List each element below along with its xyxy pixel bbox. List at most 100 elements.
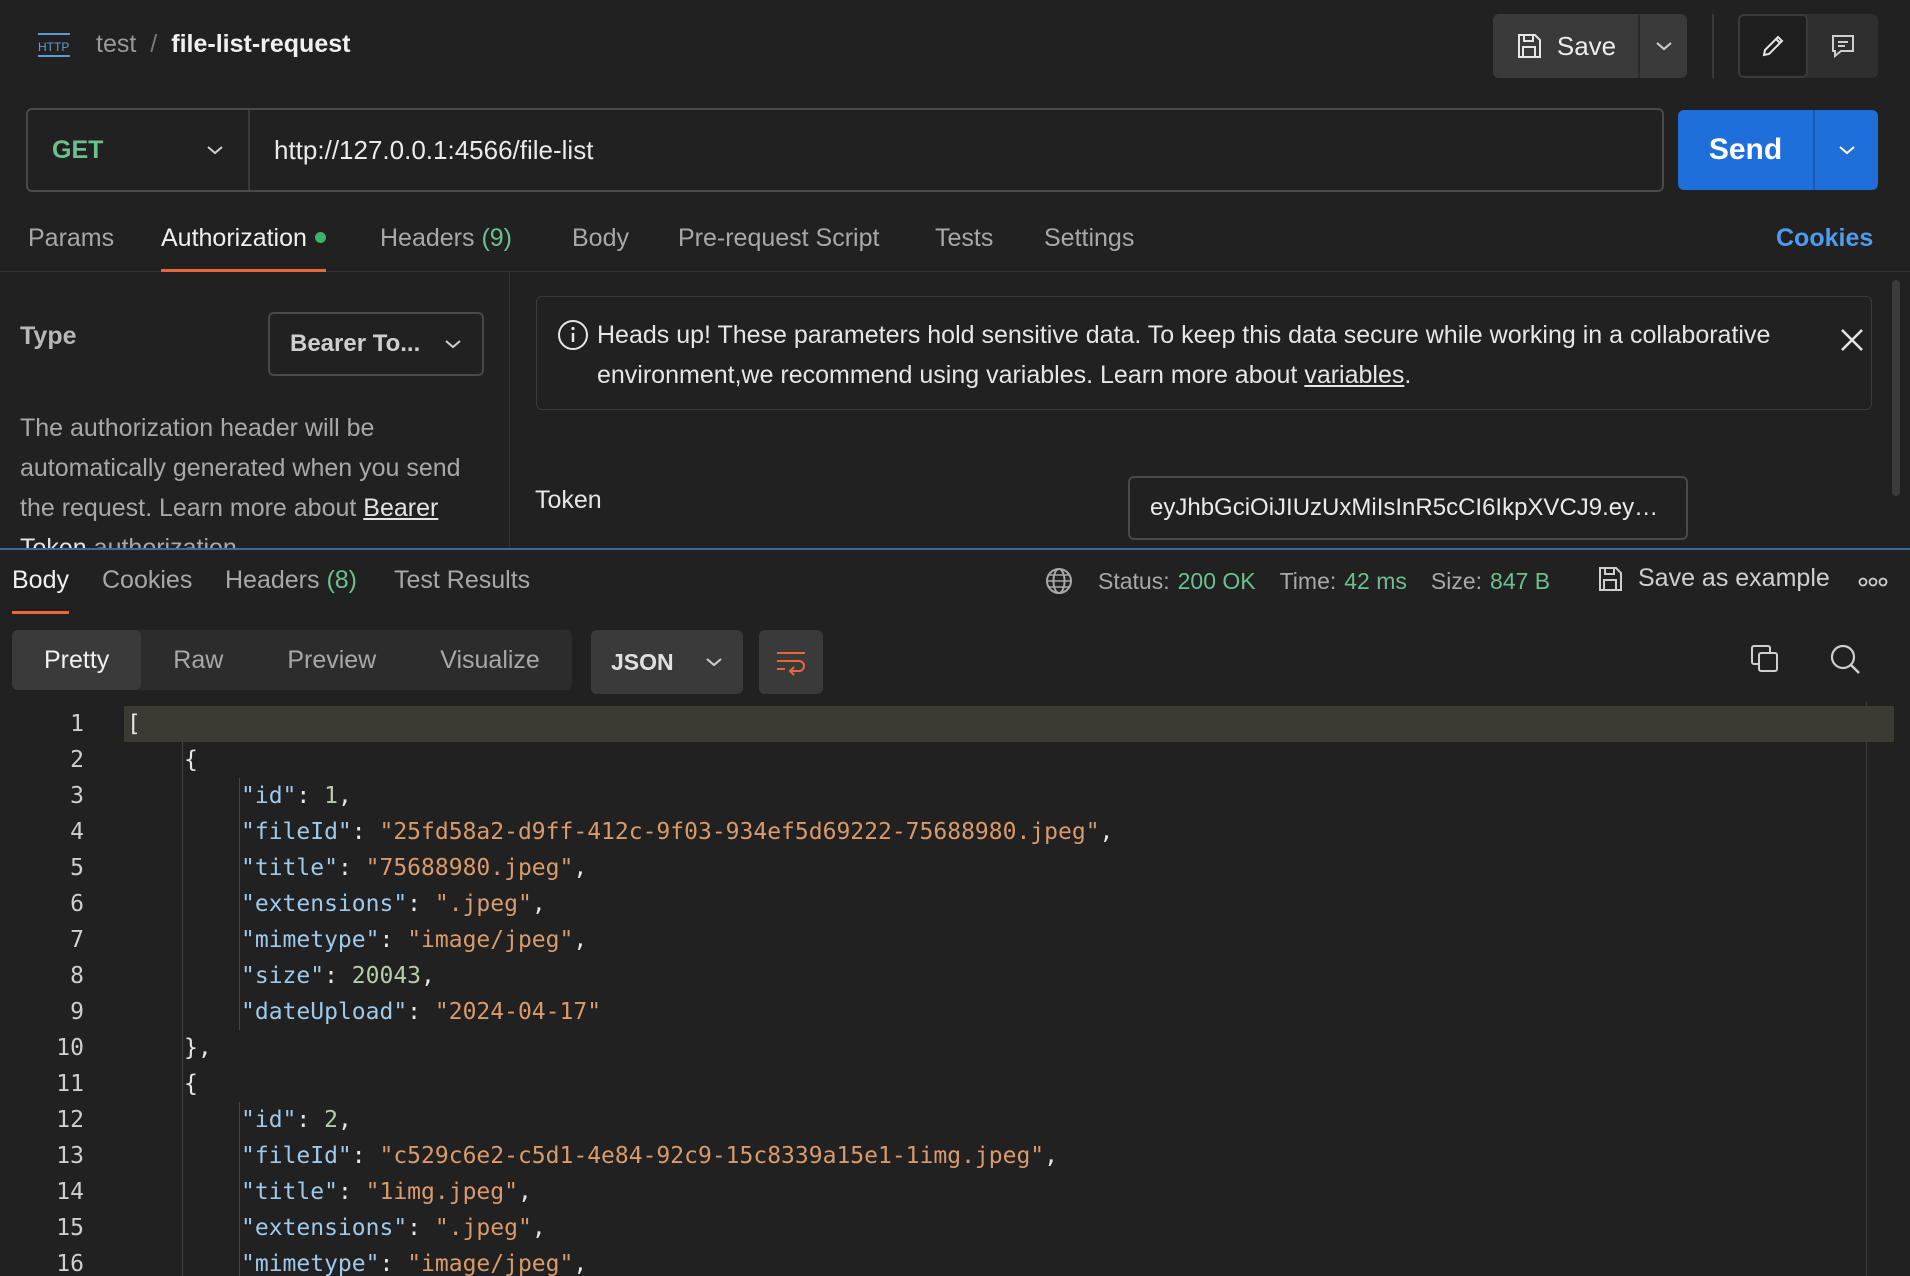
code-token: :: [337, 855, 366, 881]
alert-message: Heads up! These parameters hold sensitiv…: [597, 315, 1797, 395]
code-token: "1img.jpeg": [365, 1179, 518, 1205]
tab-authorization[interactable]: Authorization: [161, 224, 326, 272]
method-select[interactable]: GET: [28, 110, 250, 190]
save-as-example-button[interactable]: Save as example: [1596, 564, 1830, 593]
response-headers-count: (8): [326, 566, 358, 594]
line-number: 6: [70, 891, 84, 917]
response-tab-test-results[interactable]: Test Results: [394, 566, 530, 614]
tab-prerequest-script[interactable]: Pre-request Script: [678, 224, 879, 272]
code-line: 8 "size": 20043,: [0, 958, 1894, 994]
size-value[interactable]: 847 B: [1490, 568, 1550, 595]
line-number: 8: [70, 963, 84, 989]
line-number: 12: [56, 1107, 84, 1133]
code-line: 1[: [0, 706, 1894, 742]
code-token: "dateUpload": [241, 999, 408, 1025]
code-content: "size": 20043,: [124, 958, 1894, 994]
code-token: "mimetype": [241, 1251, 380, 1276]
code-token: 2: [324, 1107, 338, 1133]
code-line: 2{: [0, 742, 1894, 778]
code-content: },: [124, 1030, 1894, 1066]
pencil-icon: [1762, 35, 1784, 57]
close-icon[interactable]: [1839, 327, 1865, 353]
comments-button[interactable]: [1808, 14, 1878, 78]
code-token: :: [407, 999, 435, 1025]
line-number: 16: [56, 1251, 84, 1276]
save-options-button[interactable]: [1638, 14, 1687, 78]
line-number: 9: [70, 999, 84, 1025]
code-content: {: [124, 742, 1894, 778]
code-token: ,: [1044, 1143, 1059, 1169]
code-token: "75688980.jpeg": [365, 855, 574, 881]
code-token: ,: [337, 1107, 352, 1133]
response-status: Status: 200 OK Time: 42 ms Size: 847 B: [1044, 566, 1550, 596]
response-tab-cookies[interactable]: Cookies: [102, 566, 192, 614]
chevron-down-icon: [706, 658, 722, 667]
tab-headers[interactable]: Headers (9): [380, 224, 512, 272]
code-token: ,: [517, 1179, 532, 1205]
wrap-lines-icon: [777, 652, 805, 676]
view-tab-pretty[interactable]: Pretty: [12, 630, 142, 690]
tab-settings[interactable]: Settings: [1044, 224, 1134, 272]
tab-body[interactable]: Body: [572, 224, 629, 272]
code-content: {: [124, 1066, 1894, 1102]
headers-count: (9): [481, 224, 513, 252]
auth-type-panel: Type Bearer To... The authorization head…: [0, 272, 510, 548]
method-label: GET: [52, 135, 104, 164]
code-content: "fileId": "c529c6e2-c5d1-4e84-92c9-15c83…: [124, 1138, 1894, 1174]
word-wrap-button[interactable]: [759, 630, 823, 694]
more-options-icon[interactable]: [1858, 576, 1888, 588]
view-tab-visualize[interactable]: Visualize: [408, 630, 572, 690]
send-button[interactable]: Send: [1678, 110, 1813, 190]
time-label: Time:: [1279, 567, 1337, 594]
code-content: "mimetype": "image/jpeg",: [124, 1246, 1894, 1276]
response-tab-body[interactable]: Body: [12, 566, 69, 614]
response-tab-body-label: Body: [12, 566, 69, 594]
code-line: 14 "title": "1img.jpeg",: [0, 1174, 1894, 1210]
cookies-link[interactable]: Cookies: [1776, 224, 1873, 253]
send-button-group: Send: [1678, 110, 1878, 190]
code-token: ,: [573, 855, 588, 881]
send-options-button[interactable]: [1813, 110, 1878, 190]
code-token: "title": [241, 1179, 338, 1205]
code-token: ".jpeg": [434, 891, 532, 917]
copy-icon[interactable]: [1748, 642, 1782, 676]
time-value[interactable]: 42 ms: [1344, 568, 1407, 595]
tab-params[interactable]: Params: [28, 224, 114, 272]
token-input[interactable]: eyJhbGciOiJIUzUxMiIsInR5cCI6IkpXVCJ9.eyJ…: [1128, 476, 1688, 540]
format-select[interactable]: JSON: [591, 630, 743, 694]
auth-scrollbar[interactable]: [1892, 280, 1900, 496]
tab-headers-label: Headers: [380, 224, 475, 252]
save-button[interactable]: Save: [1493, 14, 1638, 78]
tab-tests[interactable]: Tests: [935, 224, 993, 272]
size-label: Size:: [1430, 567, 1483, 594]
response-body-editor[interactable]: 1[2{3 "id": 1, 4 "fileId": "25fd58a2-d9ff-4…: [0, 702, 1910, 1276]
modified-indicator-dot: [314, 231, 326, 243]
status-value[interactable]: 200 OK: [1178, 568, 1256, 595]
search-icon[interactable]: [1828, 642, 1862, 676]
edit-button[interactable]: [1738, 14, 1808, 78]
code-token: "c529c6e2-c5d1-4e84-92c9-15c8339a15e1-1i…: [379, 1143, 1045, 1169]
tab-body-label: Body: [572, 224, 629, 252]
response-tab-headers[interactable]: Headers (8): [225, 566, 357, 614]
variables-link[interactable]: variables: [1304, 361, 1404, 389]
auth-type-select[interactable]: Bearer To...: [268, 312, 484, 376]
code-token: "image/jpeg": [407, 1251, 574, 1276]
line-number: 2: [70, 747, 84, 773]
chevron-down-icon: [207, 146, 223, 155]
breadcrumb-collection[interactable]: test: [96, 30, 136, 59]
code-token: ,: [573, 927, 588, 953]
auth-description-tail: authorization.: [86, 534, 244, 548]
view-tab-preview[interactable]: Preview: [255, 630, 408, 690]
globe-icon[interactable]: [1044, 566, 1074, 596]
save-label: Save: [1556, 30, 1617, 61]
code-line: 15 "extensions": ".jpeg",: [0, 1210, 1894, 1246]
view-tab-raw[interactable]: Raw: [141, 630, 255, 690]
code-token: [: [127, 711, 141, 737]
code-line: 16 "mimetype": "image/jpeg",: [0, 1246, 1894, 1276]
code-token: ,: [1099, 819, 1114, 845]
url-input[interactable]: [250, 110, 1662, 190]
code-token: :: [296, 1107, 325, 1133]
code-content: "mimetype": "image/jpeg",: [124, 922, 1894, 958]
code-token: "id": [241, 783, 297, 809]
request-title[interactable]: file-list-request: [171, 30, 350, 59]
